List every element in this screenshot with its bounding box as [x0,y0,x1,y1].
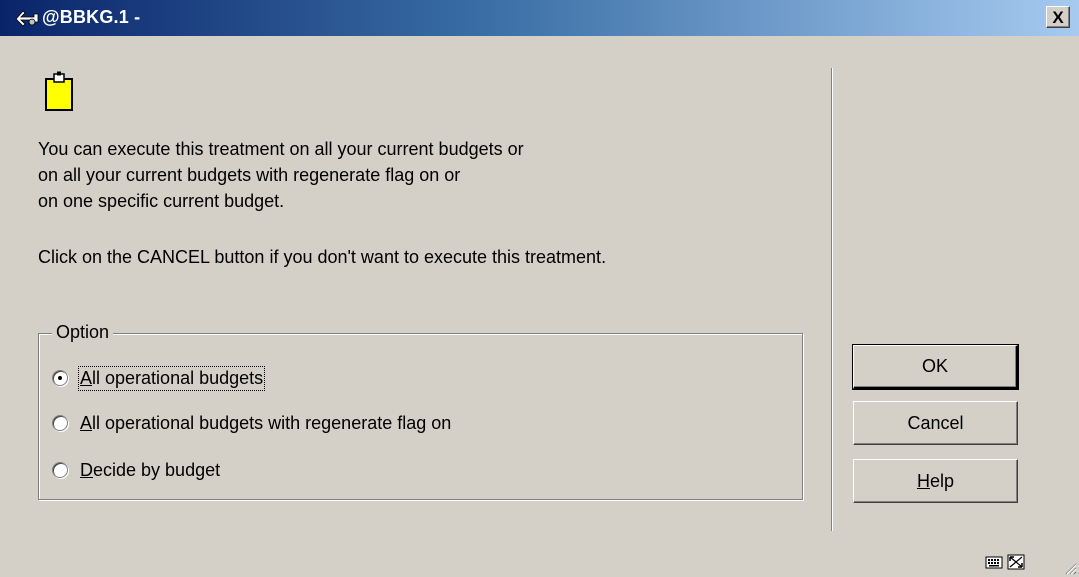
vertical-separator [831,68,833,531]
radio-label[interactable]: All operational budgets [77,365,266,391]
close-button[interactable]: X [1046,6,1070,28]
title-bar: @BBKG.1 - X [0,0,1079,36]
keyboard-icon[interactable] [985,554,1003,570]
key-ring-icon [15,10,39,27]
radio-selected-dot [58,376,62,380]
window-title: @BBKG.1 - [42,7,141,27]
radio-button[interactable] [52,415,68,431]
resize-window-icon[interactable] [1007,554,1025,570]
clipboard-icon [45,71,73,111]
radio-label[interactable]: Decide by budget [80,460,220,481]
message-line: You can execute this treatment on all yo… [38,139,524,159]
message-line: on all your current budgets with regener… [38,165,461,185]
option-group-legend: Option [52,321,114,343]
radio-all-operational-budgets[interactable]: All operational budgets [52,365,266,391]
radio-decide-by-budget[interactable]: Decide by budget [52,458,220,482]
ok-button[interactable]: OK [852,344,1019,390]
radio-label[interactable]: All operational budgets with regenerate … [80,413,451,434]
help-button[interactable]: Help [853,459,1018,503]
radio-button[interactable] [52,370,68,386]
close-icon: X [1052,7,1064,27]
message-line: on one specific current budget. [38,191,285,211]
radio-regenerate-flag-budgets[interactable]: All operational budgets with regenerate … [52,411,451,435]
radio-button[interactable] [52,462,68,478]
cancel-hint: Click on the CANCEL button if you don't … [38,247,607,267]
message-text: You can execute this treatment on all yo… [38,136,828,270]
size-grip-icon[interactable] [1063,561,1077,575]
cancel-button[interactable]: Cancel [853,401,1018,445]
status-icons [985,554,1025,570]
